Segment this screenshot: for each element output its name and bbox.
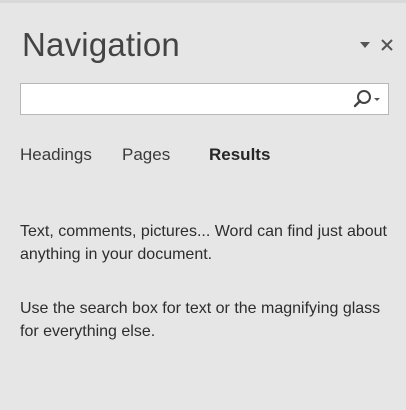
results-message-2: Use the search box for text or the magni…	[20, 300, 381, 340]
magnifier-icon	[353, 90, 380, 108]
search-input[interactable]	[21, 84, 341, 114]
close-icon[interactable]	[375, 33, 399, 57]
pane-options-triangle-down-icon[interactable]	[357, 38, 373, 52]
tab-pages[interactable]: Pages	[122, 145, 170, 165]
tab-results[interactable]: Results	[209, 145, 270, 165]
search-button[interactable]	[353, 87, 387, 111]
pane-top-border	[0, 0, 406, 3]
pane-title: Navigation	[22, 26, 180, 63]
search-box	[20, 83, 389, 115]
tab-headings[interactable]: Headings	[20, 145, 92, 165]
navigation-pane: Navigation Headings Pages Results Text, …	[0, 0, 406, 410]
results-message-1: Text, comments, pictures... Word can fin…	[20, 223, 387, 263]
